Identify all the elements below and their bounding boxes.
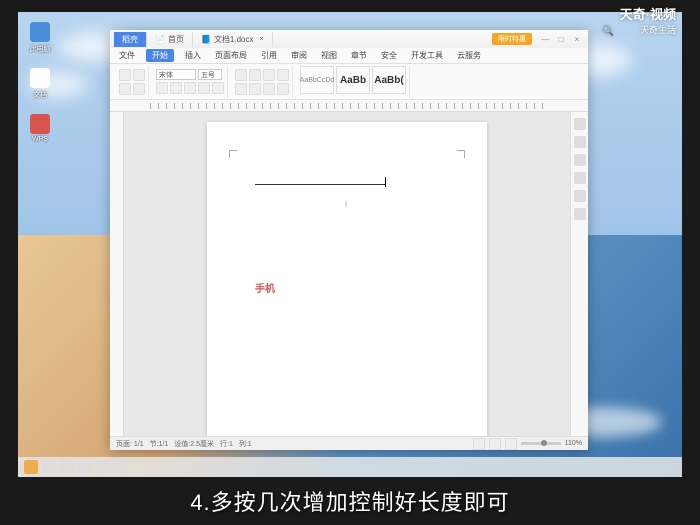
menu-layout[interactable]: 页面布局 [212,49,250,62]
indent-inc-button[interactable] [249,83,261,95]
tab-document[interactable]: 📘文档1.docx× [193,32,273,47]
menu-ref[interactable]: 引用 [258,49,280,62]
document-area: I 手机 [110,112,588,436]
wps-word-window: 稻壳 📄首页 📘文档1.docx× 限时特惠 — □ × 文件 开始 插入 页面… [110,30,588,450]
statusbar: 页面: 1/1 节:1/1 设值:2.5厘米 行:1 列:1 110% [110,436,588,450]
underline-button[interactable] [184,82,196,94]
italic-button[interactable] [170,82,182,94]
vertical-ruler[interactable] [110,112,124,436]
margin-marker [457,150,465,158]
view-mode-2[interactable] [489,438,501,450]
vip-button[interactable]: 限时特惠 [492,33,532,45]
status-col: 列:1 [239,439,252,449]
copy-button[interactable] [119,83,131,95]
view-mode-1[interactable] [473,438,485,450]
paste-button[interactable] [119,69,131,81]
side-panel [570,112,588,436]
bold-button[interactable] [156,82,168,94]
menu-tools[interactable]: 开发工具 [408,49,446,62]
menubar: 文件 开始 插入 页面布局 引用 审阅 视图 章节 安全 开发工具 云服务 [110,48,588,64]
sidepanel-tool-1[interactable] [574,118,586,130]
menu-security[interactable]: 安全 [378,49,400,62]
font-color-button[interactable] [212,82,224,94]
document-page[interactable]: I 手机 [207,122,487,436]
menu-home[interactable]: 开始 [146,49,174,62]
format-painter-button[interactable] [133,83,145,95]
taskbar [18,457,682,477]
menu-review[interactable]: 审阅 [288,49,310,62]
sidepanel-tool-6[interactable] [574,208,586,220]
menu-insert[interactable]: 插入 [182,49,204,62]
align-right-button[interactable] [263,69,275,81]
titlebar: 稻壳 📄首页 📘文档1.docx× 限时特惠 — □ × [110,30,588,48]
align-left-button[interactable] [235,69,247,81]
underline-text [255,184,385,185]
tab-home[interactable]: 稻壳 [114,32,147,47]
desktop-icon-wps[interactable]: WPS [26,114,54,146]
taskbar-item[interactable] [114,460,128,474]
minimize-button[interactable]: — [538,33,552,45]
line-spacing-button[interactable] [263,83,275,95]
text-cursor [385,177,386,187]
margin-marker [229,150,237,158]
document-text: 手机 [255,280,275,295]
taskbar-item[interactable] [42,460,56,474]
desktop-icon-computer[interactable]: 此电脑 [26,22,54,54]
status-section: 节:1/1 [150,439,169,449]
watermark-brand: 天奇·视频 🔍天奇生活 [620,4,676,36]
status-page: 页面: 1/1 [116,439,144,449]
strike-button[interactable] [198,82,210,94]
tab-start[interactable]: 📄首页 [147,32,193,47]
style-normal[interactable]: AaBbCcDd [300,66,334,94]
desktop-screen: 此电脑 文档 WPS 稻壳 📄首页 📘文档1.docx× 限时特惠 — □ × … [18,12,682,477]
zoom-level[interactable]: 110% [565,440,582,447]
close-icon[interactable]: × [260,36,264,43]
sidepanel-tool-5[interactable] [574,190,586,202]
desktop-icons: 此电脑 文档 WPS [26,22,54,146]
ribbon: 宋体五号 [110,64,588,100]
cut-button[interactable] [133,69,145,81]
align-center-button[interactable] [249,69,261,81]
page-container: I 手机 [124,112,570,436]
menu-cloud[interactable]: 云服务 [454,49,484,62]
status-position: 设值:2.5厘米 [174,439,214,449]
close-button[interactable]: × [570,33,584,45]
taskbar-item[interactable] [96,460,110,474]
horizontal-ruler[interactable] [110,100,588,112]
menu-section[interactable]: 章节 [348,49,370,62]
menu-view[interactable]: 视图 [318,49,340,62]
taskbar-start[interactable] [24,460,38,474]
bullets-button[interactable] [277,69,289,81]
style-heading1[interactable]: AaBb [336,66,370,94]
sidepanel-tool-2[interactable] [574,136,586,148]
sidepanel-tool-4[interactable] [574,172,586,184]
taskbar-item[interactable] [78,460,92,474]
font-size-select[interactable]: 五号 [198,69,222,80]
video-subtitle: 4.多按几次增加控制好长度即可 [0,485,700,517]
status-line: 行:1 [220,439,233,449]
sidepanel-tool-3[interactable] [574,154,586,166]
shading-button[interactable] [277,83,289,95]
mouse-cursor-icon: I [345,200,347,209]
taskbar-item[interactable] [60,460,74,474]
indent-dec-button[interactable] [235,83,247,95]
view-mode-3[interactable] [505,438,517,450]
style-heading2[interactable]: AaBb( [372,66,406,94]
desktop-icon-doc[interactable]: 文档 [26,68,54,100]
font-name-select[interactable]: 宋体 [156,69,196,80]
maximize-button[interactable]: □ [554,33,568,45]
menu-file[interactable]: 文件 [116,49,138,62]
zoom-slider[interactable] [521,442,561,445]
